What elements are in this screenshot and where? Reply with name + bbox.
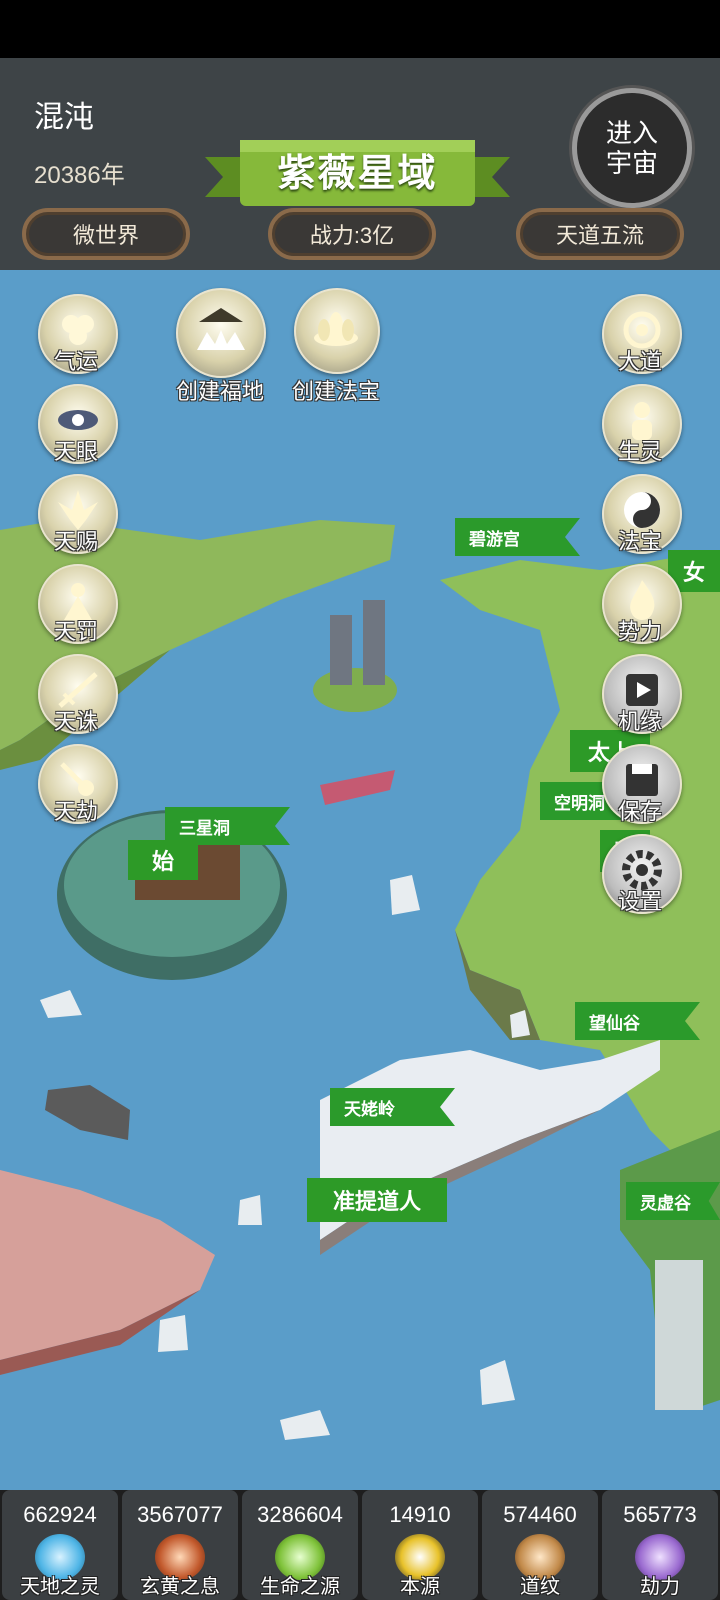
label-text: 望仙谷: [589, 1013, 640, 1033]
world-map[interactable]: 碧游宫 三星洞 空明洞 望仙谷 天姥岭 灵虚谷 准提道人 始 太上 女 阳 气运…: [0, 270, 720, 1490]
heaven-calamity-label: 天劫: [53, 799, 98, 824]
temple-icon: [197, 308, 245, 350]
resource-item[interactable]: 574460 道纹: [482, 1490, 598, 1600]
map-label-lingxugu[interactable]: 灵虚谷: [626, 1182, 720, 1220]
resource-value: 574460: [503, 1502, 577, 1527]
lotus-icon: [314, 312, 358, 346]
resource-item[interactable]: 662924 天地之灵: [2, 1490, 118, 1600]
resource-label: 本源: [400, 1576, 440, 1598]
treasure-label: 法宝: [617, 529, 662, 554]
faction-label: 势力: [617, 619, 662, 644]
era-name: 混沌: [34, 101, 94, 134]
rank-display[interactable]: 天道五流: [516, 208, 684, 260]
great-dao-label: 大道: [617, 349, 662, 374]
heaven-gift-label: 天赐: [53, 529, 98, 554]
heaven-punish-label: 天罚: [53, 619, 98, 644]
micro-world-label: 微世界: [72, 223, 139, 248]
realm-title: 紫薇星域: [277, 153, 438, 195]
label-text: 灵虚谷: [640, 1193, 691, 1213]
rank-label: 天道五流: [555, 223, 644, 248]
create-blessed-land-label: 创建福地: [175, 379, 264, 404]
resource-label: 道纹: [520, 1576, 560, 1598]
map-label-zhunti[interactable]: 准提道人: [307, 1178, 447, 1222]
resource-value: 565773: [623, 1502, 697, 1527]
save-label: 保存: [617, 799, 662, 824]
micro-world-button[interactable]: 微世界: [22, 208, 190, 260]
creatures-label: 生灵: [617, 439, 662, 464]
resource-item[interactable]: 3567077 玄黄之息: [122, 1490, 238, 1600]
resource-label: 生命之源: [260, 1576, 340, 1598]
label-text: 天姥岭: [344, 1099, 395, 1119]
label-text: 始: [151, 849, 174, 874]
resource-value: 14910: [389, 1502, 451, 1527]
heaven-eye-label: 天眼: [53, 439, 98, 464]
label-text: 女: [682, 560, 705, 585]
resource-value: 3567077: [137, 1502, 223, 1527]
resource-value: 662924: [23, 1502, 97, 1527]
resource-label: 玄黄之息: [140, 1576, 220, 1598]
resource-label: 劫力: [640, 1576, 680, 1598]
settings-label: 设置: [617, 889, 662, 914]
resource-value: 3286604: [257, 1502, 343, 1527]
resource-item[interactable]: 565773 劫力: [602, 1490, 718, 1600]
power-display[interactable]: 战力:3亿: [268, 208, 436, 260]
year-counter: 20386年: [34, 162, 125, 189]
resource-label: 天地之灵: [20, 1576, 100, 1598]
create-treasure-button[interactable]: [294, 288, 380, 374]
enter-universe-button[interactable]: 进入 宇宙: [572, 88, 692, 208]
opportunity-label: 机缘: [617, 709, 662, 734]
luck-label: 气运: [53, 349, 98, 374]
create-treasure-label: 创建法宝: [291, 379, 380, 404]
heaven-execute-label: 天诛: [53, 709, 98, 734]
map-label-tianmuling[interactable]: 天姥岭: [330, 1088, 455, 1126]
label-text: 准提道人: [332, 1189, 421, 1214]
power-label: 战力:3亿: [309, 223, 395, 248]
resource-item[interactable]: 3286604 生命之源: [242, 1490, 358, 1600]
status-bar: [0, 0, 720, 58]
label-text: 三星洞: [179, 818, 230, 838]
enter-universe-label: 进入 宇宙: [605, 118, 658, 178]
map-label-biyougong[interactable]: 碧游宫: [455, 518, 580, 556]
map-label-wangxiangu[interactable]: 望仙谷: [575, 1002, 700, 1040]
map-label-shi-partial[interactable]: 始: [128, 840, 198, 880]
resource-item[interactable]: 14910 本源: [362, 1490, 478, 1600]
create-blessed-land-button[interactable]: [176, 288, 266, 378]
label-text: 碧游宫: [469, 529, 520, 549]
